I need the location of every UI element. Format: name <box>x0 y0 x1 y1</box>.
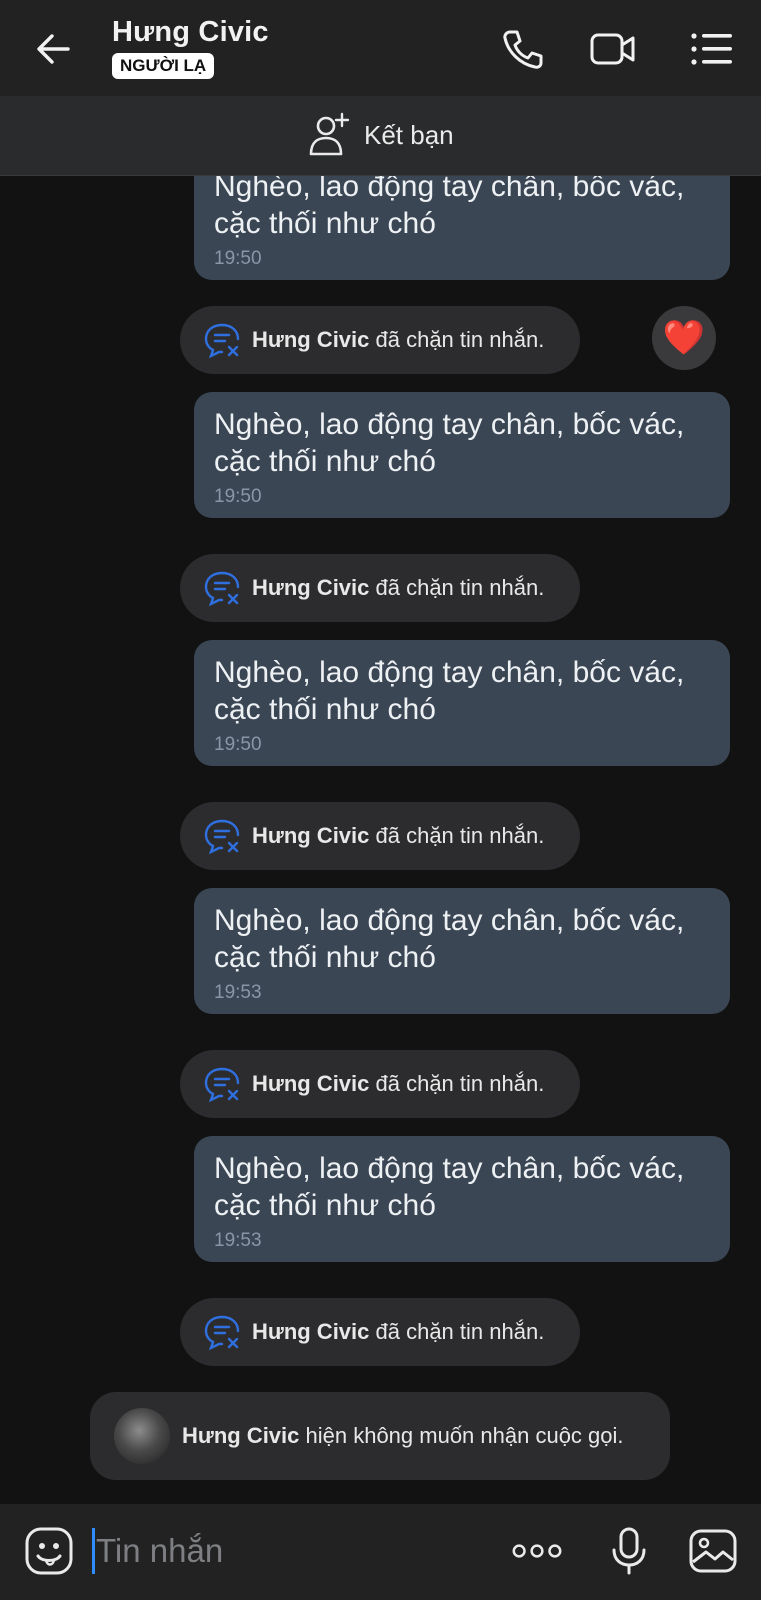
block-notice-text: Hưng Civic đã chặn tin nhắn. <box>252 575 545 600</box>
back-arrow-icon[interactable] <box>30 24 80 74</box>
block-notice-text: Hưng Civic đã chặn tin nhắn. <box>252 327 545 352</box>
message-time: 19:53 <box>214 982 262 1003</box>
block-notice-text: Hưng Civic đã chặn tin nhắn. <box>252 1071 545 1096</box>
message-text: Nghèo, lao động tay chân, bốc vác, cặc th… <box>214 656 685 726</box>
chat-messages[interactable]: Nghèo, lao động tay chân, bốc vác, cặc th… <box>0 176 761 1504</box>
message-bubble[interactable]: Nghèo, lao động tay chân, bốc vác, cặc th… <box>194 392 730 518</box>
message-bubble[interactable]: Nghèo, lao động tay chân, bốc vác, cặc th… <box>194 640 730 766</box>
message-time: 19:50 <box>214 734 262 755</box>
microphone-icon[interactable] <box>604 1526 654 1576</box>
add-friend-bar: Kết bạn <box>0 96 761 176</box>
message-time: 19:53 <box>214 1230 262 1251</box>
message-bubble[interactable]: Nghèo, lao động tay chân, bốc vác, cặc th… <box>194 1136 730 1262</box>
block-notice: Hưng Civic đã chặn tin nhắn. <box>180 1298 580 1366</box>
message-bubble[interactable]: Nghèo, lao động tay chân, bốc vác, cặc th… <box>194 888 730 1014</box>
image-icon[interactable] <box>688 1526 738 1576</box>
chat-header: Hưng Civic NGƯỜI LẠ <box>0 0 761 96</box>
message-text: Nghèo, lao động tay chân, bốc vác, cặc th… <box>214 408 685 478</box>
blocked-message-icon <box>204 571 240 607</box>
call-notice: Hưng Civic hiện không muốn nhận cuộc gọi… <box>90 1392 670 1480</box>
block-notice: Hưng Civic đã chặn tin nhắn. <box>180 802 580 870</box>
menu-list-icon[interactable] <box>688 26 738 72</box>
blocked-message-icon <box>204 1315 240 1351</box>
block-notice-text: Hưng Civic đã chặn tin nhắn. <box>252 823 545 848</box>
contact-name[interactable]: Hưng Civic <box>112 16 269 49</box>
message-text: Nghèo, lao động tay chân, bốc vác, cặc th… <box>214 904 685 974</box>
add-user-icon <box>309 112 350 156</box>
message-bubble[interactable]: Nghèo, lao động tay chân, bốc vác, cặc th… <box>194 176 730 280</box>
heart-reaction[interactable]: ❤️ <box>652 306 716 370</box>
block-notice: Hưng Civic đã chặn tin nhắn. <box>180 554 580 622</box>
video-camera-icon[interactable] <box>588 26 638 72</box>
call-notice-text: Hưng Civic hiện không muốn nhận cuộc gọi… <box>182 1423 624 1448</box>
add-friend-button[interactable]: Kết bạn <box>308 112 454 158</box>
message-input-bar: Tin nhắn <box>0 1504 761 1600</box>
message-time: 19:50 <box>214 248 262 269</box>
blocked-message-icon <box>204 819 240 855</box>
message-text: Nghèo, lao động tay chân, bốc vác, cặc th… <box>214 176 685 240</box>
emoji-icon[interactable] <box>24 1526 74 1576</box>
stranger-badge: NGƯỜI LẠ <box>112 53 215 79</box>
add-friend-label: Kết bạn <box>364 119 454 150</box>
contact-info[interactable]: Hưng Civic NGƯỜI LẠ <box>112 16 269 79</box>
message-time: 19:50 <box>214 486 262 507</box>
message-text: Nghèo, lao động tay chân, bốc vác, cặc th… <box>214 1152 685 1222</box>
block-notice-text: Hưng Civic đã chặn tin nhắn. <box>252 1319 545 1344</box>
text-cursor <box>92 1528 95 1574</box>
more-options-icon[interactable] <box>512 1526 562 1576</box>
avatar[interactable] <box>114 1408 170 1464</box>
blocked-message-icon <box>204 1067 240 1103</box>
blocked-message-icon <box>204 323 240 359</box>
phone-icon[interactable] <box>498 26 548 72</box>
block-notice: Hưng Civic đã chặn tin nhắn. <box>180 1050 580 1118</box>
block-notice: Hưng Civic đã chặn tin nhắn. <box>180 306 580 374</box>
message-input[interactable]: Tin nhắn <box>96 1532 223 1570</box>
